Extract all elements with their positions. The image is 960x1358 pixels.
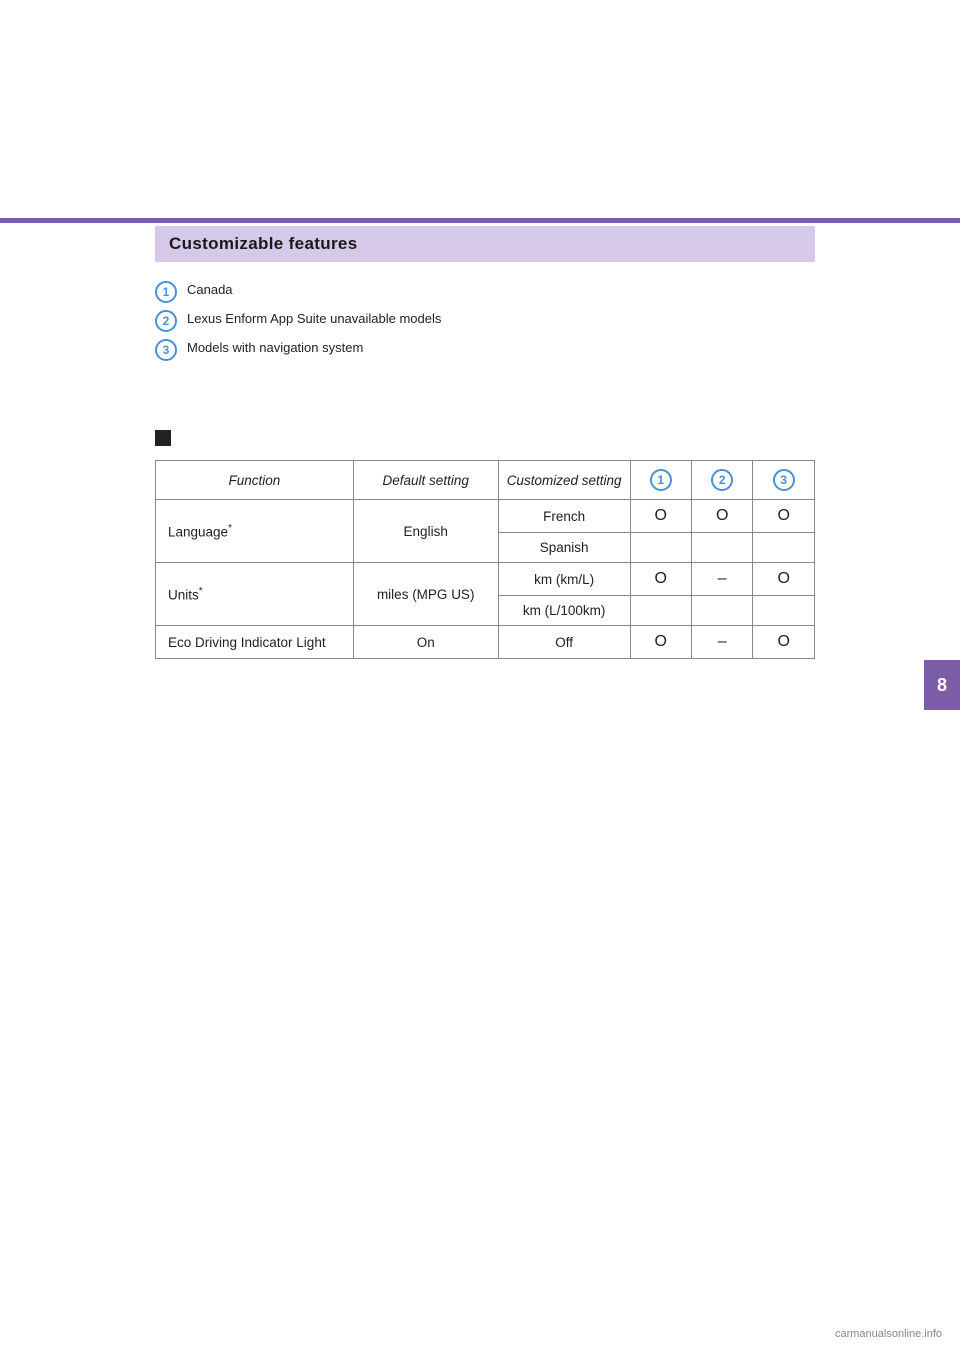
table-row: Eco Driving Indicator Light On Off O – O bbox=[156, 626, 815, 659]
cell-lang-french-1: O bbox=[630, 500, 691, 533]
legend-text-1: Canada bbox=[187, 280, 233, 300]
table-header-row: Function Default setting Customized sett… bbox=[156, 461, 815, 500]
cell-units-kml100-3 bbox=[753, 596, 815, 626]
cell-default-language: English bbox=[353, 500, 498, 563]
legend-item-2: 2 Lexus Enform App Suite unavailable mod… bbox=[155, 309, 815, 332]
top-accent-bar bbox=[0, 218, 960, 223]
cell-lang-french-2: O bbox=[691, 500, 752, 533]
cell-customized-spanish: Spanish bbox=[498, 533, 630, 563]
cell-eco-1: O bbox=[630, 626, 691, 659]
features-table-container: Function Default setting Customized sett… bbox=[155, 460, 815, 659]
page-container: Customizable features 1 Canada 2 Lexus E… bbox=[0, 0, 960, 1358]
cell-lang-spanish-1 bbox=[630, 533, 691, 563]
cell-customized-kml100: km (L/100km) bbox=[498, 596, 630, 626]
cell-units-kml100-2 bbox=[691, 596, 752, 626]
cell-default-eco: On bbox=[353, 626, 498, 659]
cell-lang-french-3: O bbox=[753, 500, 815, 533]
th-col2: 2 bbox=[691, 461, 752, 500]
table-row: Language* English French O O O bbox=[156, 500, 815, 533]
cell-lang-spanish-2 bbox=[691, 533, 752, 563]
watermark-area: carmanualsonline.info bbox=[835, 1328, 942, 1340]
watermark-url: carmanualsonline.info bbox=[835, 1328, 942, 1340]
legend-item-1: 1 Canada bbox=[155, 280, 815, 303]
cell-customized-eco: Off bbox=[498, 626, 630, 659]
cell-function-eco: Eco Driving Indicator Light bbox=[156, 626, 354, 659]
legend-badge-3: 3 bbox=[155, 339, 177, 361]
th-default: Default setting bbox=[353, 461, 498, 500]
header-badge-3: 3 bbox=[773, 469, 795, 491]
th-customized: Customized setting bbox=[498, 461, 630, 500]
features-table: Function Default setting Customized sett… bbox=[155, 460, 815, 659]
cell-default-units: miles (MPG US) bbox=[353, 563, 498, 626]
th-col3: 3 bbox=[753, 461, 815, 500]
cell-units-kml100-1 bbox=[630, 596, 691, 626]
cell-function-language: Language* bbox=[156, 500, 354, 563]
legend-badge-2: 2 bbox=[155, 310, 177, 332]
page-number: 8 bbox=[937, 675, 947, 696]
table-row: Units* miles (MPG US) km (km/L) O – O bbox=[156, 563, 815, 596]
th-function: Function bbox=[156, 461, 354, 500]
legend-text-2: Lexus Enform App Suite unavailable model… bbox=[187, 309, 441, 329]
cell-customized-french: French bbox=[498, 500, 630, 533]
cell-customized-kmkml: km (km/L) bbox=[498, 563, 630, 596]
bullet-icon bbox=[155, 430, 171, 446]
th-col1: 1 bbox=[630, 461, 691, 500]
page-number-tab: 8 bbox=[924, 660, 960, 710]
cell-function-units: Units* bbox=[156, 563, 354, 626]
section-header: Customizable features bbox=[155, 226, 815, 262]
section-title: Customizable features bbox=[169, 234, 358, 253]
cell-units-kmkml-1: O bbox=[630, 563, 691, 596]
cell-units-kmkml-3: O bbox=[753, 563, 815, 596]
header-badge-2: 2 bbox=[711, 469, 733, 491]
cell-eco-2: – bbox=[691, 626, 752, 659]
header-badge-1: 1 bbox=[650, 469, 672, 491]
cell-eco-3: O bbox=[753, 626, 815, 659]
legend-area: 1 Canada 2 Lexus Enform App Suite unavai… bbox=[155, 280, 815, 367]
cell-lang-spanish-3 bbox=[753, 533, 815, 563]
legend-text-3: Models with navigation system bbox=[187, 338, 363, 358]
cell-units-kmkml-2: – bbox=[691, 563, 752, 596]
legend-badge-1: 1 bbox=[155, 281, 177, 303]
legend-item-3: 3 Models with navigation system bbox=[155, 338, 815, 361]
